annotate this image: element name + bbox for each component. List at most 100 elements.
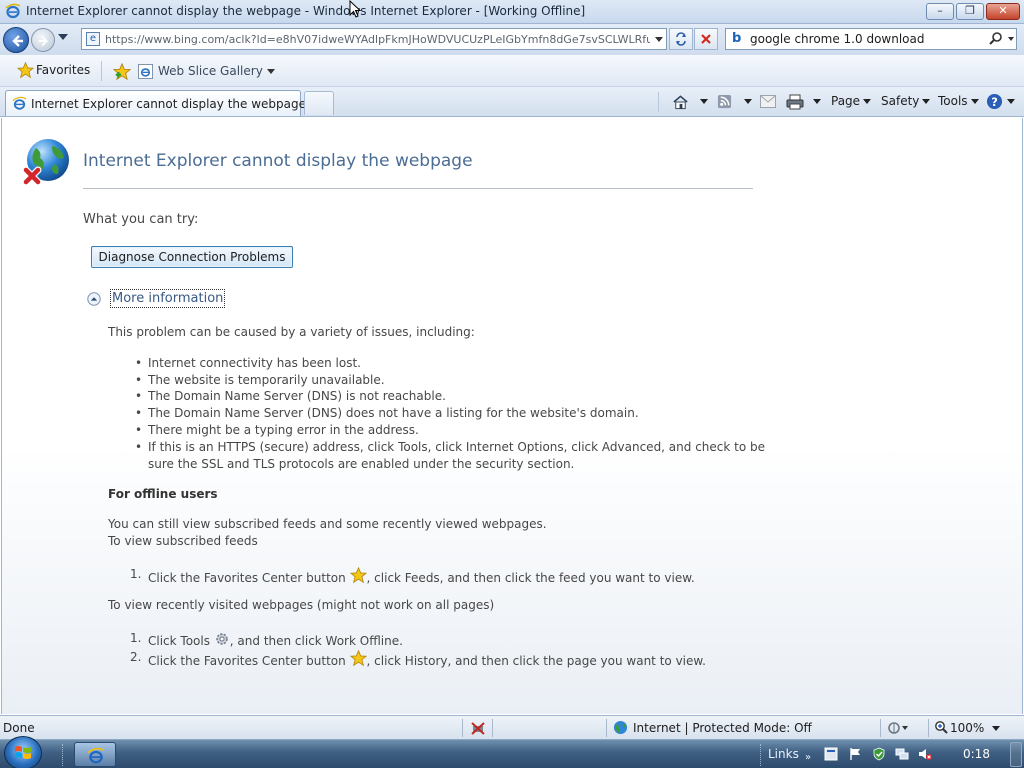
recent-step-2-post: , click History, and then click the page… — [366, 654, 706, 668]
refresh-button[interactable] — [669, 28, 693, 50]
print-dropdown[interactable] — [810, 92, 821, 112]
offline-text: You can still view subscribed feeds and … — [108, 517, 547, 531]
status-bar: Done Internet | Protected Mode: Off 100% — [0, 715, 1024, 739]
cause-item: If this is an HTTPS (secure) address, cl… — [148, 440, 766, 454]
recent-step: Click Tools , and then click Work Offlin… — [148, 631, 403, 648]
favorites-star-icon — [17, 62, 34, 79]
page-menu[interactable]: Page — [831, 92, 872, 112]
change-status-bar-icon[interactable] — [887, 720, 909, 736]
feeds-step: Click the Favorites Center button , clic… — [148, 567, 695, 585]
feeds-step-text-pre: Click the Favorites Center button — [148, 571, 346, 585]
cause-item: There might be a typing error in the add… — [148, 423, 419, 437]
minimize-button[interactable]: – — [926, 3, 954, 20]
stop-button[interactable] — [694, 28, 718, 50]
web-slice-ie-icon — [138, 64, 153, 79]
favorites-button[interactable]: Favorites — [10, 60, 96, 82]
home-dropdown[interactable] — [697, 92, 708, 112]
help-dropdown[interactable] — [1004, 92, 1015, 112]
feeds-step-number: 1. — [130, 567, 142, 581]
print-caret-icon — [813, 99, 821, 104]
page-content: Internet Explorer cannot display the web… — [1, 118, 1023, 714]
tab-active[interactable]: Internet Explorer cannot display the web… — [5, 90, 306, 116]
page-caret-icon — [863, 99, 872, 104]
address-dropdown-icon[interactable] — [655, 37, 663, 42]
clock[interactable]: 0:18 — [963, 747, 990, 761]
taskbar-internet-explorer-button[interactable] — [74, 742, 116, 767]
add-to-favorites-bar-icon[interactable] — [113, 63, 131, 81]
page-icon: e — [86, 32, 100, 46]
close-button[interactable]: ✕ — [986, 3, 1020, 20]
action-center-flag-icon[interactable] — [848, 747, 862, 761]
what-you-can-try-label: What you can try: — [83, 212, 199, 227]
bing-icon: b — [732, 31, 742, 46]
recent-pages-heading: To view recently visited webpages (might… — [108, 598, 495, 612]
read-mail-icon[interactable] — [760, 95, 776, 108]
favorites-center-star-icon — [349, 650, 367, 667]
internet-zone-globe-icon — [613, 720, 628, 735]
search-icon[interactable] — [988, 31, 1004, 47]
network-icon[interactable] — [895, 747, 909, 761]
address-bar[interactable]: e — [81, 28, 667, 50]
taskbar-grip — [62, 744, 66, 766]
restore-button[interactable]: ❐ — [956, 3, 984, 20]
recent-step-1-post: , and then click Work Offline. — [229, 634, 403, 648]
web-slice-gallery-link[interactable]: Web Slice Gallery — [138, 64, 275, 79]
help-icon[interactable]: ? — [986, 93, 1003, 110]
start-button[interactable] — [4, 736, 42, 768]
safety-caret-icon — [922, 99, 931, 104]
more-information-link[interactable]: More information — [110, 289, 226, 308]
tools-gear-icon — [216, 633, 228, 645]
status-separator — [492, 719, 493, 737]
zoom-icon[interactable] — [934, 720, 948, 734]
status-separator — [880, 719, 881, 737]
tab-label: Internet Explorer cannot display the web… — [31, 97, 306, 111]
links-grip — [760, 744, 764, 766]
security-zone-text[interactable]: Internet | Protected Mode: Off — [633, 721, 812, 735]
page-title: Internet Explorer cannot display the web… — [83, 151, 473, 171]
forward-button[interactable] — [31, 28, 55, 52]
collapse-chevron-up-icon[interactable] — [87, 292, 101, 306]
tab-bar: Internet Explorer cannot display the web… — [0, 87, 1024, 117]
zoom-dropdown-icon[interactable] — [992, 726, 1000, 731]
mouse-cursor-icon — [349, 0, 361, 18]
recent-step-number: 2. — [130, 650, 142, 664]
show-desktop-button[interactable] — [1010, 742, 1022, 767]
bullet-dot: • — [135, 389, 143, 403]
feeds-step-text-post: , click Feeds, and then click the feed y… — [366, 571, 695, 585]
bullet-dot: • — [135, 356, 143, 370]
new-tab-button[interactable] — [304, 91, 334, 115]
feeds-icon[interactable] — [717, 94, 732, 109]
status-separator — [462, 719, 463, 737]
tray-app-icon[interactable] — [824, 747, 838, 761]
print-icon[interactable] — [786, 94, 804, 110]
zoom-level[interactable]: 100% — [950, 721, 984, 735]
feeds-caret-icon — [744, 99, 752, 104]
home-icon[interactable] — [672, 94, 689, 110]
diagnose-connection-problems-button[interactable]: Diagnose Connection Problems — [91, 246, 293, 268]
security-shield-icon[interactable] — [872, 747, 886, 761]
recent-step-number: 1. — [130, 631, 142, 645]
search-input[interactable] — [750, 31, 980, 47]
back-button[interactable] — [3, 27, 29, 53]
search-box[interactable]: b — [725, 28, 1017, 50]
search-dropdown-icon[interactable] — [1008, 37, 1014, 41]
cause-item-continued: sure the SSL and TLS protocols are enabl… — [148, 457, 575, 471]
address-input[interactable] — [105, 31, 650, 47]
safety-menu[interactable]: Safety — [881, 92, 931, 112]
tab-ie-icon — [12, 96, 27, 110]
taskbar-ie-icon — [87, 747, 105, 764]
recent-pages-dropdown[interactable] — [58, 34, 68, 40]
web-slice-caret-icon — [266, 69, 275, 74]
svg-text:?: ? — [991, 95, 998, 109]
feeds-dropdown[interactable] — [741, 92, 752, 112]
refresh-icon — [676, 32, 686, 46]
links-toolbar[interactable]: Links — [768, 747, 799, 761]
links-chevron-icon[interactable]: » — [805, 752, 811, 763]
stop-icon — [701, 34, 711, 44]
bullet-dot: • — [135, 423, 143, 437]
tools-menu-label: Tools — [938, 94, 968, 108]
tools-menu[interactable]: Tools — [938, 92, 979, 112]
volume-muted-icon[interactable] — [918, 747, 932, 761]
recent-step: Click the Favorites Center button , clic… — [148, 650, 706, 668]
bullet-dot: • — [135, 440, 143, 454]
